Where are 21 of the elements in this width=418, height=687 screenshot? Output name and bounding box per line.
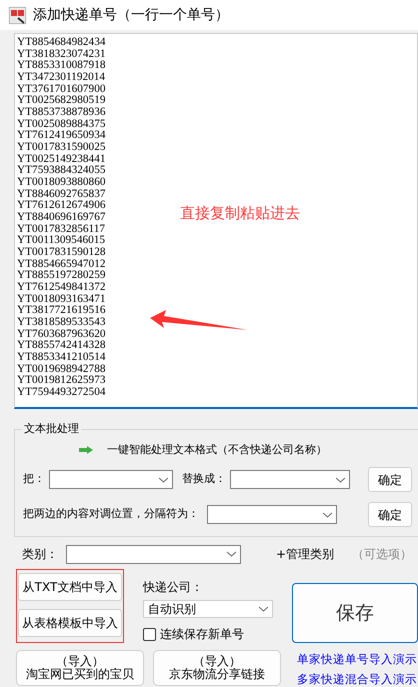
replace-with-label: 替换成：	[182, 471, 226, 488]
category-label: 类别：	[22, 546, 58, 563]
confirm-button[interactable]: 确定	[368, 467, 412, 492]
demo-link[interactable]: 多家快递混合导入演示	[297, 671, 417, 687]
confirm-button[interactable]: 确定	[368, 502, 412, 527]
import-button[interactable]: 从TXT文档中导入	[18, 573, 122, 601]
smart-format-link[interactable]: 一键智能处理文本格式（不含快递公司名称）	[107, 442, 327, 458]
window-title: 添加快递单号（一行一个单号）	[33, 6, 229, 24]
checkbox-label: 连续保存新单号	[160, 626, 244, 643]
demo-link[interactable]: 单家快递单号导入演示	[297, 651, 417, 668]
import-button[interactable]: 从表格模板中导入	[18, 609, 122, 637]
annotation-text: 直接复制粘贴进去	[180, 203, 300, 224]
courier-dropdown[interactable]: 自动识别	[143, 600, 273, 618]
manage-category-link[interactable]: +管理类别	[276, 545, 334, 563]
import-button[interactable]: （导入） 京东物流分享链接	[153, 650, 281, 686]
save-button[interactable]: 保存	[292, 583, 418, 643]
replace-label: 把：	[23, 471, 45, 488]
optional-hint: （可选项）	[352, 546, 412, 563]
courier-label: 快递公司：	[143, 579, 204, 596]
import-button[interactable]: （导入） 淘宝网已买到的宝贝	[16, 650, 144, 686]
swap-label: 把两边的内容对调位置，分隔符为：	[23, 506, 199, 522]
